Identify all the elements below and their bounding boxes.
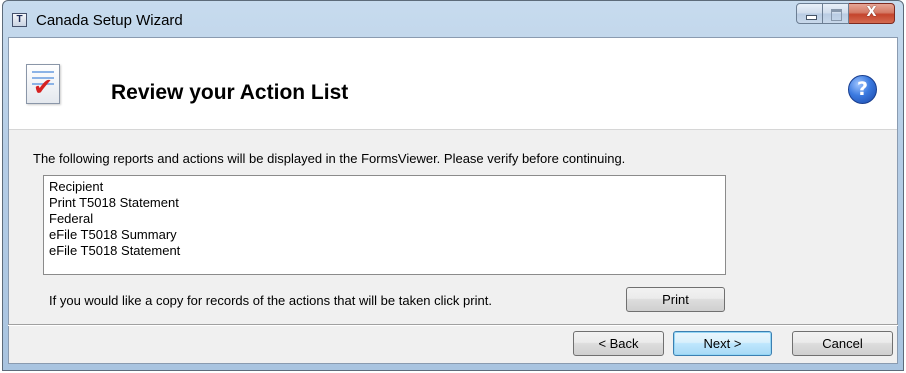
- window-controls: X: [796, 3, 895, 25]
- close-button[interactable]: X: [849, 3, 895, 24]
- help-icon[interactable]: ?: [848, 75, 877, 104]
- minimize-icon: [806, 15, 817, 20]
- footer-divider: [8, 324, 898, 326]
- wizard-header: ✔ Review your Action List ?: [9, 38, 897, 130]
- window-title: Canada Setup Wizard: [36, 12, 183, 29]
- wizard-window: T Canada Setup Wizard X ✔ Review your Ac…: [2, 0, 904, 371]
- print-button[interactable]: Print: [626, 287, 725, 312]
- maximize-icon: [831, 9, 842, 21]
- app-icon: T: [12, 13, 27, 27]
- minimize-button[interactable]: [796, 3, 823, 24]
- list-item[interactable]: eFile T5018 Summary: [49, 227, 725, 243]
- maximize-button[interactable]: [823, 3, 849, 24]
- cancel-button[interactable]: Cancel: [792, 331, 893, 356]
- checklist-document-icon: ✔: [26, 64, 60, 104]
- list-item[interactable]: eFile T5018 Statement: [49, 243, 725, 259]
- list-item[interactable]: Print T5018 Statement: [49, 195, 725, 211]
- next-button[interactable]: Next >: [673, 331, 772, 356]
- action-list[interactable]: Recipient Print T5018 Statement Federal …: [43, 175, 726, 275]
- page-title: Review your Action List: [111, 81, 349, 104]
- back-button[interactable]: < Back: [573, 331, 664, 356]
- instruction-text: The following reports and actions will b…: [33, 151, 626, 166]
- close-icon: X: [866, 5, 877, 20]
- list-item[interactable]: Federal: [49, 211, 725, 227]
- checkmark-icon: ✔: [33, 73, 54, 101]
- list-item[interactable]: Recipient: [49, 179, 725, 195]
- print-note: If you would like a copy for records of …: [49, 293, 492, 308]
- title-bar[interactable]: T Canada Setup Wizard X: [3, 1, 903, 37]
